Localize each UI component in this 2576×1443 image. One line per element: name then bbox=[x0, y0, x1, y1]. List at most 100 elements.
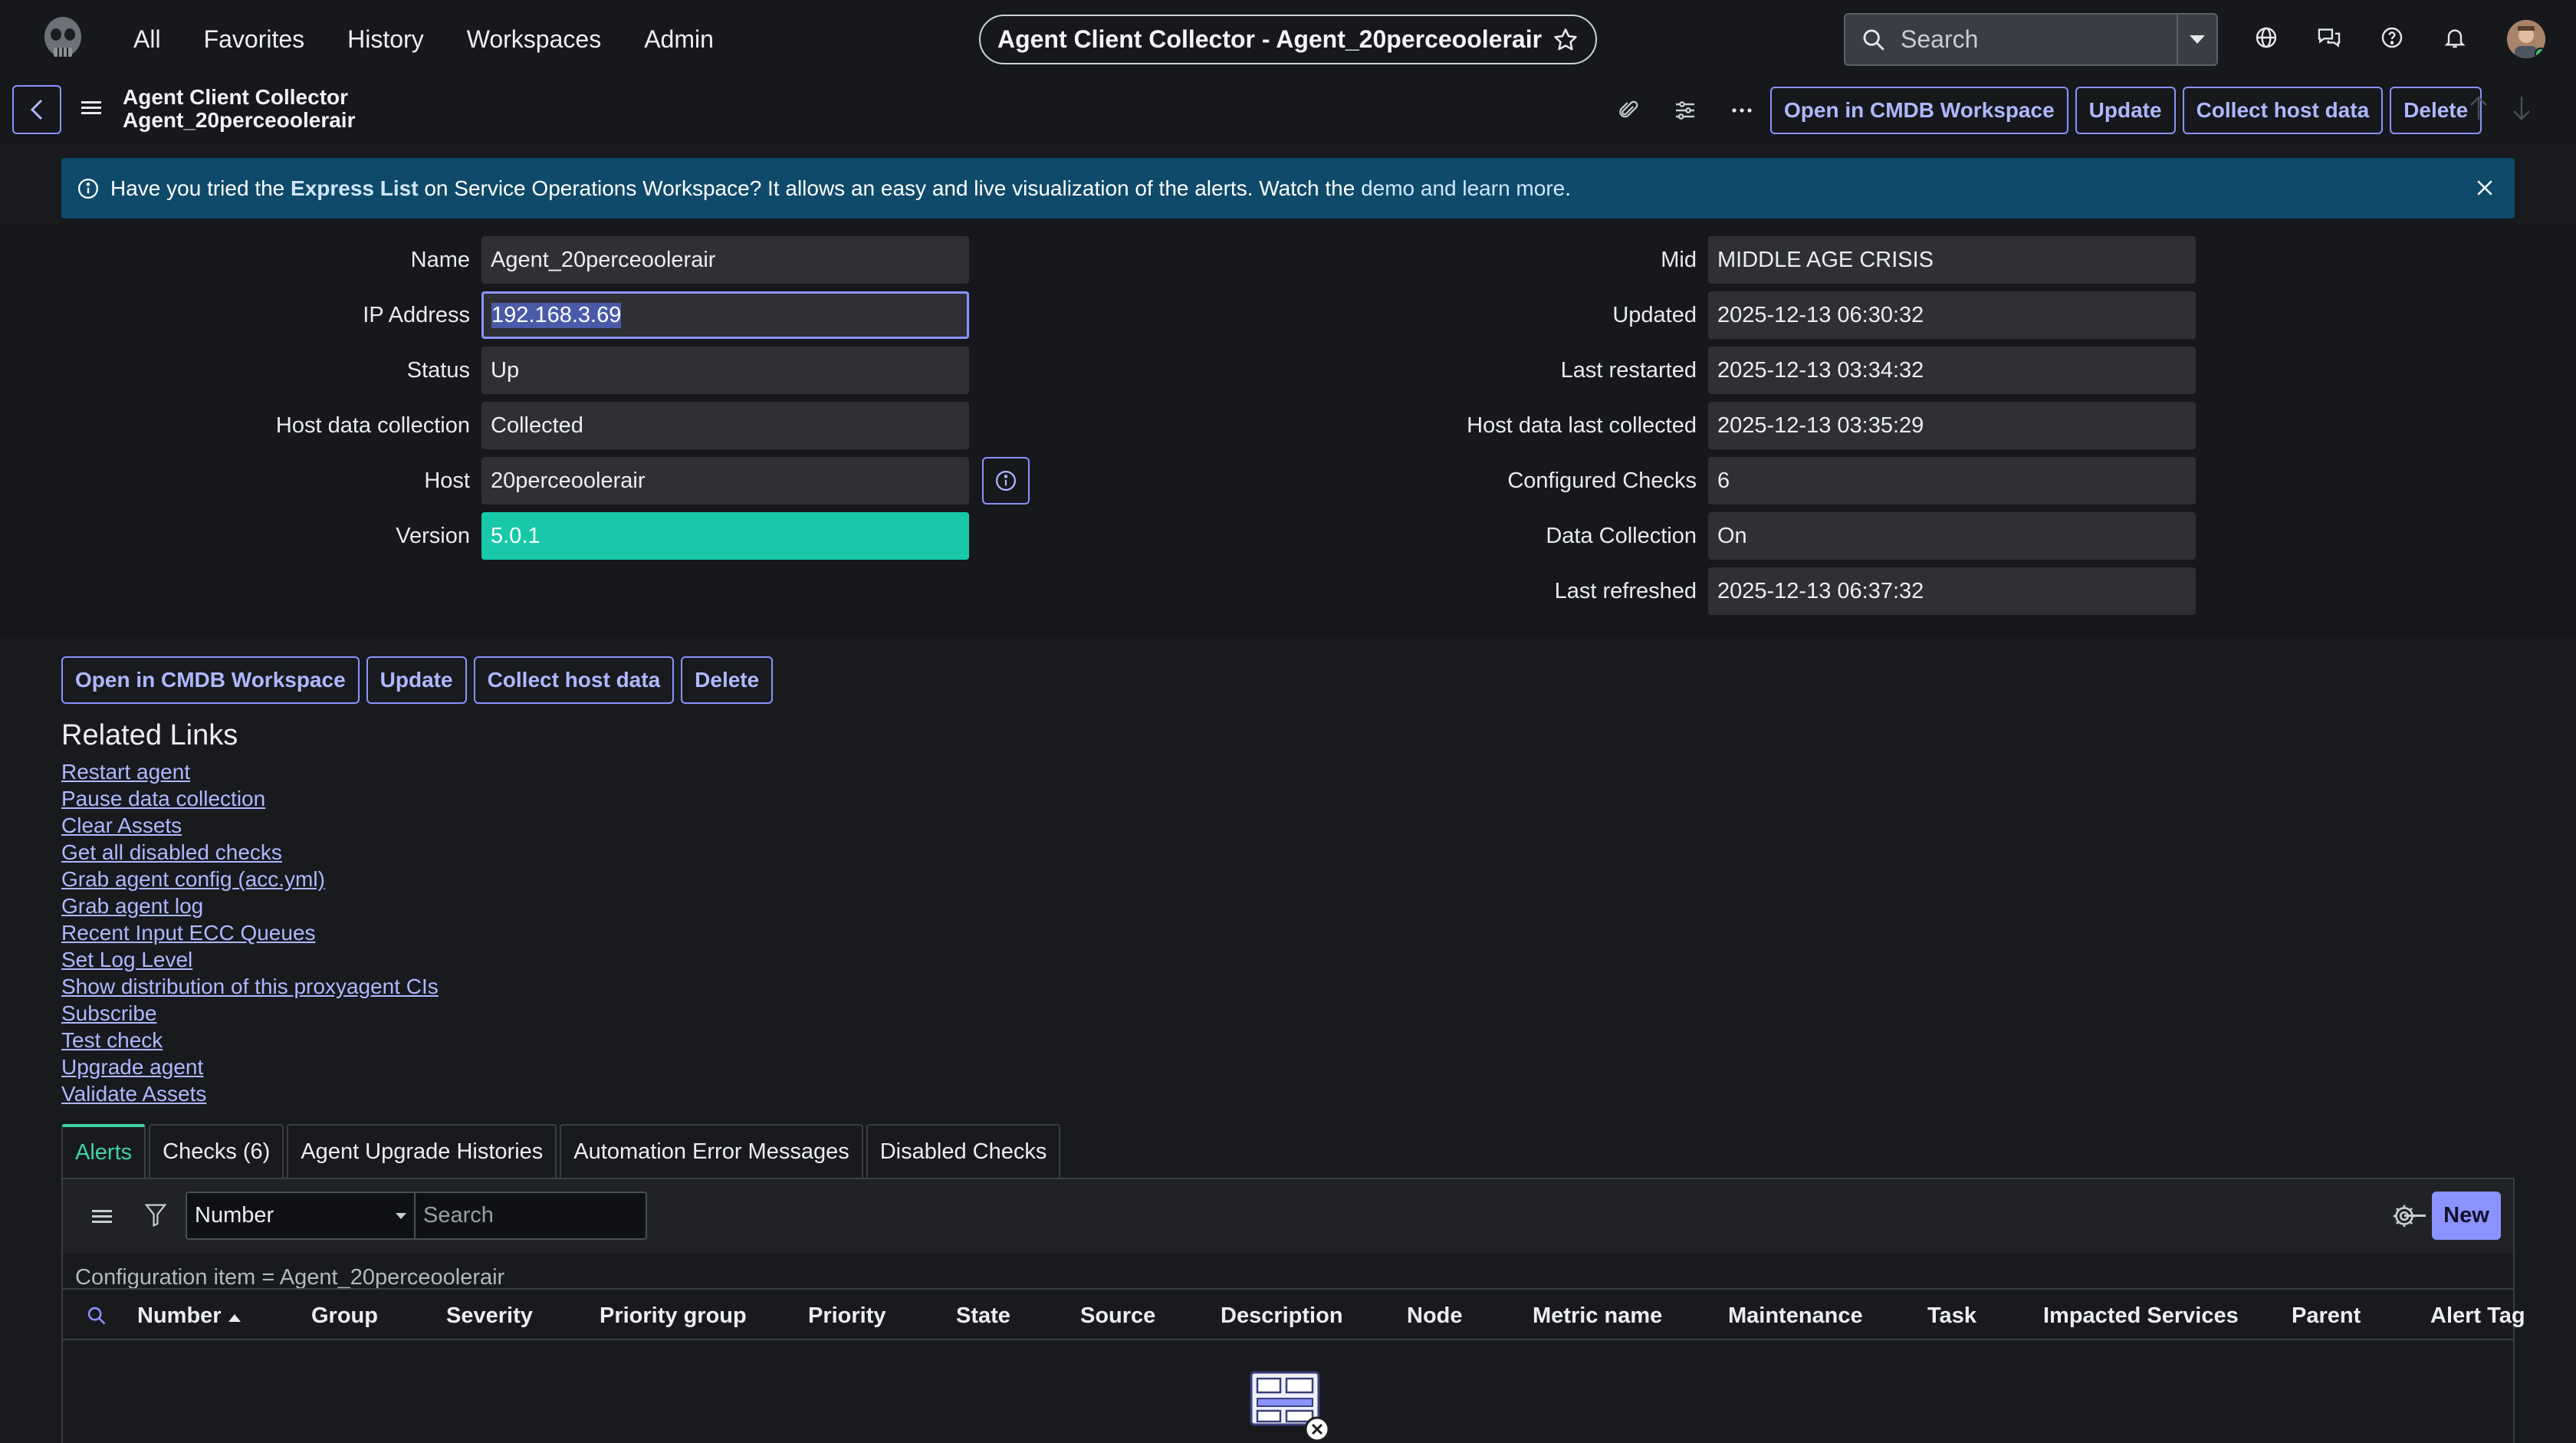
tab-disabled-checks[interactable]: Disabled Checks bbox=[866, 1124, 1061, 1178]
host-data-last-collected-field[interactable]: 2025-12-13 03:35:29 bbox=[1708, 402, 2196, 449]
column-group[interactable]: Group bbox=[311, 1303, 378, 1329]
arrow-up-icon[interactable] bbox=[2469, 95, 2489, 121]
express-list-link[interactable]: Express List bbox=[291, 176, 419, 200]
record-navigation bbox=[2469, 95, 2532, 121]
last-restarted-field[interactable]: 2025-12-13 03:34:32 bbox=[1708, 347, 2196, 394]
related-link[interactable]: Grab agent log bbox=[61, 892, 439, 919]
host-reference-info-button[interactable] bbox=[982, 457, 1030, 505]
demo-learn-more-link[interactable]: demo and learn more bbox=[1361, 176, 1565, 200]
update-button[interactable]: Update bbox=[2075, 87, 2176, 134]
menu-favorites[interactable]: Favorites bbox=[204, 25, 305, 54]
tab-checks[interactable]: Checks (6) bbox=[149, 1124, 284, 1178]
column-alert-tag[interactable]: Alert Tag bbox=[2430, 1303, 2525, 1329]
column-impacted-services[interactable]: Impacted Services bbox=[2043, 1303, 2239, 1329]
filter-icon[interactable] bbox=[144, 1202, 167, 1228]
updated-field[interactable]: 2025-12-13 06:30:32 bbox=[1708, 291, 2196, 339]
configured-checks-field[interactable]: 6 bbox=[1708, 457, 2196, 505]
host-field[interactable]: 20perceoolerair bbox=[481, 457, 969, 505]
menu-admin[interactable]: Admin bbox=[644, 25, 714, 54]
chevron-left-icon bbox=[30, 99, 43, 120]
related-link[interactable]: Get all disabled checks bbox=[61, 839, 439, 866]
paperclip-icon[interactable] bbox=[1613, 95, 1644, 126]
list-search-input[interactable]: Search bbox=[416, 1192, 647, 1240]
related-link[interactable]: Show distribution of this proxyagent CIs bbox=[61, 973, 439, 1000]
column-parent[interactable]: Parent bbox=[2292, 1303, 2361, 1329]
related-link[interactable]: Pause data collection bbox=[61, 785, 439, 812]
bell-icon[interactable] bbox=[2439, 21, 2471, 54]
info-icon bbox=[78, 178, 98, 199]
collapse-icon[interactable] bbox=[2404, 1215, 2426, 1217]
ip-address-field[interactable]: 192.168.3.69 bbox=[481, 291, 969, 339]
globe-icon[interactable] bbox=[2250, 21, 2282, 54]
related-link[interactable]: Validate Assets bbox=[61, 1080, 439, 1107]
arrow-down-icon[interactable] bbox=[2512, 95, 2532, 121]
column-maintenance[interactable]: Maintenance bbox=[1728, 1303, 1863, 1329]
chat-icon[interactable] bbox=[2313, 21, 2345, 54]
version-field[interactable]: 5.0.1 bbox=[481, 512, 969, 560]
related-link[interactable]: Upgrade agent bbox=[61, 1053, 439, 1080]
column-state[interactable]: State bbox=[956, 1303, 1010, 1329]
breadcrumb[interactable]: Configuration item = Agent_20perceoolera… bbox=[75, 1265, 504, 1290]
name-field[interactable]: Agent_20perceoolerair bbox=[481, 236, 969, 284]
settings-sliders-icon[interactable] bbox=[1670, 95, 1700, 126]
column-number[interactable]: Number bbox=[137, 1303, 242, 1329]
open-in-cmdb-workspace-button[interactable]: Open in CMDB Workspace bbox=[1770, 87, 2068, 134]
column-description[interactable]: Description bbox=[1221, 1303, 1343, 1329]
delete-button[interactable]: Delete bbox=[681, 656, 774, 704]
host-label: Host bbox=[424, 468, 470, 493]
logo-icon[interactable] bbox=[38, 14, 87, 63]
related-link[interactable]: Recent Input ECC Queues bbox=[61, 919, 439, 946]
data-collection-label: Data Collection bbox=[1546, 524, 1697, 548]
mid-field[interactable]: MIDDLE AGE CRISIS bbox=[1708, 236, 2196, 284]
user-avatar[interactable] bbox=[2507, 20, 2545, 58]
host-data-collection-field[interactable]: Collected bbox=[481, 402, 969, 449]
column-priority-group[interactable]: Priority group bbox=[600, 1303, 747, 1329]
star-icon[interactable] bbox=[1552, 27, 1579, 53]
search-field-select[interactable]: Number bbox=[186, 1192, 416, 1240]
related-link[interactable]: Restart agent bbox=[61, 758, 439, 785]
related-link[interactable]: Clear Assets bbox=[61, 812, 439, 839]
close-icon[interactable] bbox=[2473, 176, 2496, 199]
tab-automation-error-messages[interactable]: Automation Error Messages bbox=[560, 1124, 863, 1178]
related-link[interactable]: Test check bbox=[61, 1027, 439, 1053]
status-field[interactable]: Up bbox=[481, 347, 969, 394]
column-priority[interactable]: Priority bbox=[808, 1303, 886, 1329]
record-title-pill[interactable]: Agent Client Collector - Agent_20perceoo… bbox=[979, 15, 1597, 64]
top-navigation: All Favorites History Workspaces Admin A… bbox=[0, 0, 2576, 78]
record-tools bbox=[1613, 95, 1757, 126]
collect-host-data-button[interactable]: Collect host data bbox=[2182, 87, 2384, 134]
column-source[interactable]: Source bbox=[1080, 1303, 1155, 1329]
back-button[interactable] bbox=[12, 85, 61, 134]
column-metric-name[interactable]: Metric name bbox=[1533, 1303, 1662, 1329]
last-refreshed-field[interactable]: 2025-12-13 06:37:32 bbox=[1708, 567, 2196, 615]
open-in-cmdb-workspace-button[interactable]: Open in CMDB Workspace bbox=[61, 656, 360, 704]
updated-label: Updated bbox=[1612, 303, 1697, 327]
search-scope-dropdown[interactable] bbox=[2177, 15, 2216, 64]
search-icon[interactable] bbox=[86, 1305, 107, 1326]
data-collection-field[interactable]: On bbox=[1708, 512, 2196, 560]
menu-history[interactable]: History bbox=[347, 25, 424, 54]
related-link[interactable]: Grab agent config (acc.yml) bbox=[61, 866, 439, 892]
related-link[interactable]: Set Log Level bbox=[61, 946, 439, 973]
new-button[interactable]: New bbox=[2432, 1192, 2501, 1240]
search-icon bbox=[1863, 29, 1884, 51]
related-link[interactable]: Subscribe bbox=[61, 1000, 439, 1027]
header-icons bbox=[2250, 21, 2471, 54]
search-input[interactable]: Search bbox=[1901, 25, 2177, 54]
column-severity[interactable]: Severity bbox=[446, 1303, 533, 1329]
sort-ascending-icon bbox=[228, 1314, 241, 1322]
help-icon[interactable] bbox=[2376, 21, 2408, 54]
more-options-icon[interactable] bbox=[1727, 95, 1757, 126]
list-menu-icon[interactable] bbox=[92, 1205, 112, 1227]
global-search[interactable]: Search bbox=[1844, 13, 2218, 66]
context-menu-icon[interactable] bbox=[81, 97, 101, 120]
collect-host-data-button[interactable]: Collect host data bbox=[473, 656, 675, 704]
tab-agent-upgrade-histories[interactable]: Agent Upgrade Histories bbox=[287, 1124, 557, 1178]
menu-all[interactable]: All bbox=[133, 25, 161, 54]
column-node[interactable]: Node bbox=[1407, 1303, 1463, 1329]
column-task[interactable]: Task bbox=[1927, 1303, 1976, 1329]
update-button[interactable]: Update bbox=[366, 656, 467, 704]
tab-alerts[interactable]: Alerts bbox=[61, 1124, 146, 1178]
menu-workspaces[interactable]: Workspaces bbox=[467, 25, 601, 54]
alerts-related-list: Number Search New Configuration item = A… bbox=[61, 1178, 2525, 1443]
